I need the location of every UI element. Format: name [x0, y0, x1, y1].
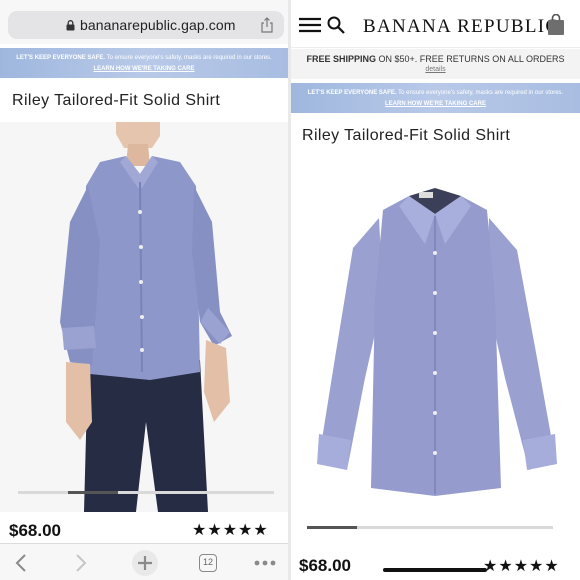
- safety-banner-link[interactable]: LEARN HOW WE'RE TAKING CARE: [291, 101, 580, 107]
- rating-stars[interactable]: ★★★★★: [192, 520, 269, 540]
- lock-icon: [66, 20, 75, 31]
- shirt-flat-lay-image: [317, 188, 557, 496]
- product-title: Riley Tailored-Fit Solid Shirt: [12, 92, 221, 109]
- shipping-details-link[interactable]: details: [291, 66, 580, 73]
- url-field[interactable]: bananarepublic.gap.com: [8, 11, 284, 39]
- share-icon[interactable]: [260, 17, 274, 33]
- tab-count: 12: [199, 553, 217, 572]
- more-button[interactable]: [250, 544, 280, 580]
- product-price: $68.00: [299, 556, 351, 575]
- model-wearing-shirt-image: [60, 122, 232, 512]
- image-carousel-scrollbar[interactable]: [18, 491, 274, 494]
- back-button[interactable]: [8, 544, 34, 580]
- ellipsis-icon: [254, 560, 276, 565]
- image-carousel-thumb[interactable]: [307, 526, 357, 529]
- product-photo-model[interactable]: [0, 122, 288, 512]
- safari-address-bar: bananarepublic.gap.com: [0, 0, 288, 44]
- safety-banner-link[interactable]: LEARN HOW WE'RE TAKING CARE: [0, 66, 288, 72]
- product-price: $68.00: [9, 521, 61, 540]
- mobile-site-screenshot-right: BANANA REPUBLIC FREE SHIPPING ON $50+. F…: [291, 0, 580, 580]
- hamburger-menu-icon[interactable]: [299, 17, 321, 33]
- screenshot-collage: bananarepublic.gap.com LET'S KEEP EVERYO…: [0, 0, 580, 580]
- brand-logo[interactable]: BANANA REPUBLIC: [363, 16, 559, 38]
- forward-button[interactable]: [68, 544, 94, 580]
- chevron-right-icon: [76, 553, 87, 572]
- safety-banner[interactable]: LET'S KEEP EVERYONE SAFE. To ensure ever…: [291, 83, 580, 113]
- product-photo-flat[interactable]: [291, 158, 580, 513]
- free-shipping-bar: FREE SHIPPING ON $50+. FREE RETURNS ON A…: [291, 49, 580, 79]
- chevron-left-icon: [15, 553, 26, 572]
- image-carousel-scrollbar[interactable]: [307, 526, 553, 529]
- shipping-text: FREE SHIPPING ON $50+. FREE RETURNS ON A…: [306, 54, 565, 64]
- image-carousel-thumb[interactable]: [68, 491, 118, 494]
- tabs-button[interactable]: 12: [194, 544, 222, 580]
- shopping-bag-icon[interactable]: [547, 14, 565, 36]
- safety-banner-text: LET'S KEEP EVERYONE SAFE. To ensure ever…: [16, 55, 272, 61]
- product-title: Riley Tailored-Fit Solid Shirt: [302, 127, 511, 144]
- safety-banner-text: LET'S KEEP EVERYONE SAFE. To ensure ever…: [307, 90, 564, 96]
- site-header: BANANA REPUBLIC: [291, 0, 580, 48]
- rating-stars[interactable]: ★★★★★: [483, 556, 560, 576]
- safety-banner[interactable]: LET'S KEEP EVERYONE SAFE. To ensure ever…: [0, 48, 288, 78]
- plus-icon: [132, 549, 158, 576]
- safari-bottom-toolbar: 12: [0, 543, 288, 580]
- url-text: bananarepublic.gap.com: [80, 17, 236, 33]
- search-icon[interactable]: [327, 16, 345, 34]
- mobile-browser-screenshot-left: bananarepublic.gap.com LET'S KEEP EVERYO…: [0, 0, 288, 580]
- home-indicator: [383, 568, 487, 572]
- new-tab-button[interactable]: [128, 544, 162, 580]
